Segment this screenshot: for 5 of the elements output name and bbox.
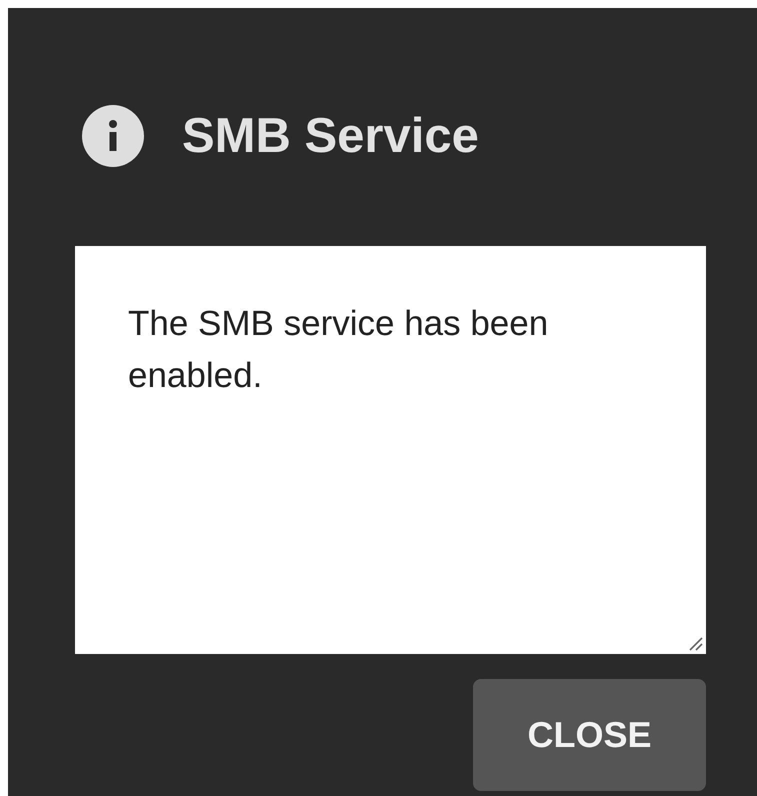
resize-grip-icon[interactable] <box>687 635 703 651</box>
close-button[interactable]: CLOSE <box>473 679 706 791</box>
message-field[interactable]: The SMB service has been enabled. <box>75 246 706 654</box>
dialog-title: SMB Service <box>182 108 479 164</box>
info-icon <box>82 105 144 167</box>
